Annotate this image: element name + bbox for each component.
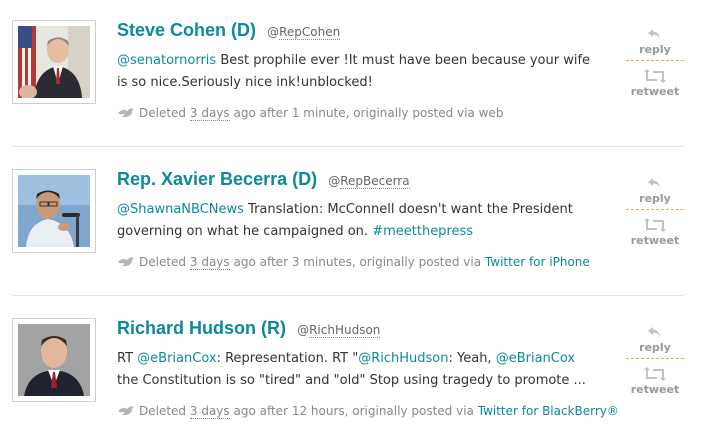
tweet-divider [12, 295, 684, 296]
mention-link[interactable]: @eBrianCox [496, 351, 575, 366]
mention-link[interactable]: @senatornorris [117, 53, 216, 68]
mention-link[interactable]: @eBrianCox [137, 351, 216, 366]
author-line: Richard Hudson (R) @RichHudson [117, 318, 381, 339]
tweet-actions: reply retweet [626, 325, 684, 396]
retweet-button[interactable]: retweet [626, 69, 684, 98]
reply-button[interactable]: reply [626, 176, 684, 205]
avatar-image-cohen [18, 26, 90, 98]
reply-arrow-icon [648, 178, 660, 188]
time-ago-link[interactable]: 3 days [189, 404, 230, 419]
retweet-label: retweet [630, 234, 680, 247]
retweet-button[interactable]: retweet [626, 218, 684, 247]
retweet-icon [644, 218, 666, 232]
author-handle[interactable]: @RichHudson [297, 323, 381, 338]
avatar-image-hudson [18, 324, 90, 396]
deleted-after-text: ago after 12 hours, originally posted vi… [233, 404, 474, 418]
tweet-text: RT @eBrianCox: Representation. RT "@Rich… [117, 348, 597, 392]
reply-label: reply [639, 341, 671, 354]
tweet-item: Rep. Xavier Becerra (D) @RepBecerra @Sha… [0, 149, 708, 289]
retweet-icon [644, 69, 666, 83]
tweet-actions: reply retweet [626, 176, 684, 247]
deleted-meta: Deleted 3 days ago after 12 hours, origi… [117, 404, 619, 419]
retweet-label: retweet [630, 85, 680, 98]
deleted-meta: Deleted 3 days ago after 3 minutes, orig… [117, 255, 590, 270]
deleted-after-text: ago after 1 minute, originally posted vi… [233, 106, 475, 120]
author-name[interactable]: Rep. Xavier Becerra (D) [117, 169, 317, 189]
time-ago-link[interactable]: 3 days [189, 255, 230, 270]
tweet-text: @senatornorris Best prophile ever !It mu… [117, 50, 597, 94]
bird-icon [118, 257, 134, 267]
reply-button[interactable]: reply [626, 27, 684, 56]
action-divider [626, 358, 684, 359]
deleted-label: Deleted [139, 404, 187, 418]
tweet-text-segment: the Constitution is so "tired" and "old"… [117, 373, 586, 388]
deleted-label: Deleted [139, 255, 187, 269]
avatar[interactable] [12, 318, 96, 402]
avatar-image-becerra [18, 175, 90, 247]
deleted-label: Deleted [139, 106, 187, 120]
deleted-after-text: ago after 3 minutes, originally posted v… [233, 255, 482, 269]
mention-link[interactable]: @RichHudson [358, 351, 448, 366]
time-ago-link[interactable]: 3 days [189, 106, 230, 121]
author-name[interactable]: Richard Hudson (R) [117, 318, 286, 338]
reply-arrow-icon [648, 29, 660, 39]
action-divider [626, 60, 684, 61]
hashtag-link[interactable]: #meetthepress [372, 224, 473, 239]
author-line: Rep. Xavier Becerra (D) @RepBecerra [117, 169, 410, 190]
tweet-text-segment: RT [117, 351, 138, 366]
client-name: web [478, 106, 504, 120]
reply-button[interactable]: reply [626, 325, 684, 354]
deleted-meta: Deleted 3 days ago after 1 minute, origi… [117, 106, 504, 121]
tweet-divider [12, 146, 684, 147]
avatar[interactable] [12, 169, 96, 253]
tweet-actions: reply retweet [626, 27, 684, 98]
bird-icon [118, 108, 134, 118]
reply-label: reply [639, 192, 671, 205]
tweet-text-segment: : Representation. RT " [216, 351, 359, 366]
mention-link[interactable]: @ShawnaNBCNews [117, 202, 244, 217]
client-link[interactable]: Twitter for iPhone [485, 255, 590, 269]
tweet-item: Richard Hudson (R) @RichHudson RT @eBria… [0, 298, 708, 438]
bird-icon [118, 406, 134, 416]
author-line: Steve Cohen (D) @RepCohen [117, 20, 341, 41]
action-divider [626, 209, 684, 210]
author-handle[interactable]: @RepCohen [267, 25, 341, 40]
retweet-button[interactable]: retweet [626, 367, 684, 396]
author-handle[interactable]: @RepBecerra [328, 174, 410, 189]
reply-label: reply [639, 43, 671, 56]
tweet-item: Steve Cohen (D) @RepCohen @senatornorris… [0, 0, 708, 140]
reply-arrow-icon [648, 327, 660, 337]
avatar[interactable] [12, 20, 96, 104]
retweet-label: retweet [630, 383, 680, 396]
tweet-text: @ShawnaNBCNews Translation: McConnell do… [117, 199, 597, 243]
tweet-text-segment: : Yeah, [448, 351, 496, 366]
client-link[interactable]: Twitter for BlackBerry® [478, 404, 619, 418]
retweet-icon [644, 367, 666, 381]
author-name[interactable]: Steve Cohen (D) [117, 20, 256, 40]
